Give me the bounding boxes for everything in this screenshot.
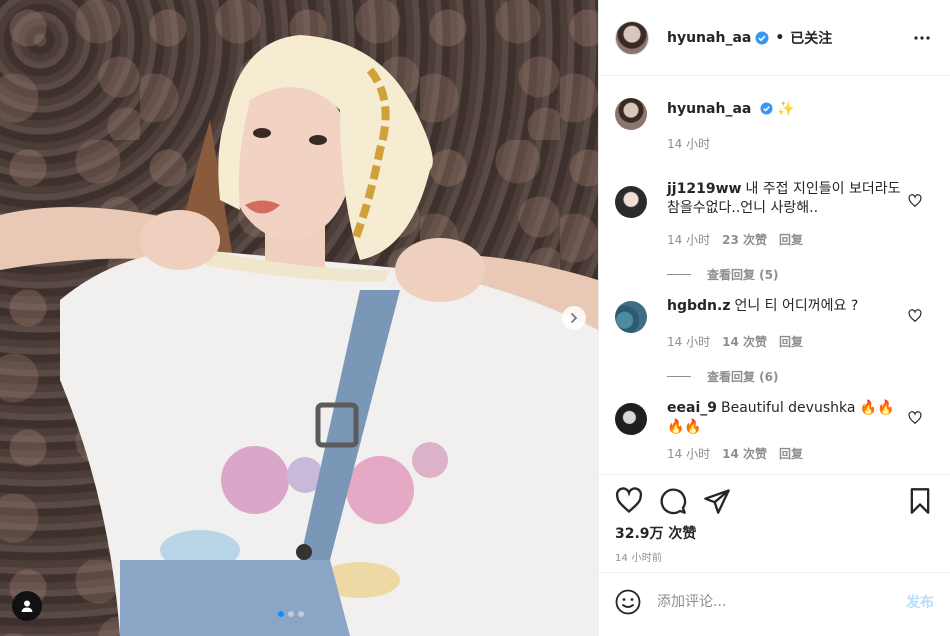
- carousel-indicator: [278, 611, 304, 617]
- post-actions: 32.9万 次赞 14 小时前 发布: [599, 474, 950, 630]
- heart-icon[interactable]: [615, 487, 643, 515]
- comment-time[interactable]: 14 小时: [667, 231, 710, 248]
- caption-username[interactable]: hyunah_aa: [667, 101, 751, 117]
- caption-meta: 14 小时: [667, 135, 906, 152]
- likes-count[interactable]: 32.9万 次赞: [615, 523, 934, 543]
- tagged-users-button[interactable]: [12, 591, 42, 621]
- header-separator: •: [775, 29, 785, 46]
- comment-body: hgbdn.z 언니 티 어디꺼에요 ? 14 小时 14 次赞 回复: [667, 295, 934, 350]
- commenter-avatar[interactable]: [615, 186, 647, 218]
- caption-avatar[interactable]: [615, 98, 647, 130]
- post-timestamp[interactable]: 14 小时前: [615, 549, 934, 564]
- comment-text: jj1219ww 내 주접 지인들이 보더라도 참을수없다..언니 사랑해..: [667, 180, 906, 218]
- comment-time[interactable]: 14 小时: [667, 333, 710, 350]
- verified-badge-icon: [760, 102, 773, 115]
- comment-likes[interactable]: 14 次赞: [722, 445, 767, 462]
- follow-status-button[interactable]: 已关注: [790, 28, 832, 48]
- view-replies-label: 查看回复 (5): [707, 268, 779, 282]
- author-avatar[interactable]: [615, 20, 649, 55]
- comment-meta: 14 小时 14 次赞 回复: [667, 445, 906, 462]
- reply-button[interactable]: 回复: [779, 445, 803, 462]
- comment-body: eeai_9 Beautiful devushka 🔥🔥🔥🔥 14 小时 14 次…: [667, 397, 934, 462]
- chevron-right-icon: [571, 313, 578, 323]
- more-horizontal-icon: [914, 35, 930, 40]
- caption-time[interactable]: 14 小时: [667, 135, 710, 152]
- bookmark-icon[interactable]: [906, 487, 934, 515]
- carousel-dot-3: [298, 611, 304, 617]
- reply-button[interactable]: 回复: [779, 231, 803, 248]
- commenter-username[interactable]: hgbdn.z: [667, 298, 730, 314]
- comment: hgbdn.z 언니 티 어디꺼에요 ? 14 小时 14 次赞 回复: [615, 295, 934, 350]
- author-username[interactable]: hyunah_aa: [667, 30, 751, 46]
- carousel-dot-1: [278, 611, 284, 617]
- share-icon[interactable]: [703, 487, 731, 515]
- caption-text: hyunah_aa ✨: [667, 100, 906, 119]
- carousel-next-button[interactable]: [562, 306, 586, 330]
- view-replies-button[interactable]: 查看回复 (6): [667, 368, 934, 385]
- comment-text: hgbdn.z 언니 티 어디꺼에요 ?: [667, 297, 906, 316]
- comment-like-heart-icon[interactable]: [908, 309, 922, 323]
- emoji-icon[interactable]: [615, 589, 641, 615]
- post-comment-button[interactable]: 发布: [906, 592, 934, 612]
- caption-emoji: ✨: [777, 101, 795, 117]
- comment-time[interactable]: 14 小时: [667, 445, 710, 462]
- carousel-dot-2: [288, 611, 294, 617]
- reply-button[interactable]: 回复: [779, 333, 803, 350]
- comment-input[interactable]: [657, 593, 906, 610]
- commenter-avatar[interactable]: [615, 301, 647, 333]
- post: hyunah_aa • 已关注 hyunah_aa ✨ 14 小时 jj1219…: [0, 0, 950, 636]
- comment-meta: 14 小时 14 次赞 回复: [667, 333, 906, 350]
- comment-text: eeai_9 Beautiful devushka 🔥🔥🔥🔥: [667, 399, 906, 437]
- more-options-button[interactable]: [910, 26, 934, 50]
- commenter-username[interactable]: jj1219ww: [667, 181, 741, 197]
- action-icons: [615, 485, 934, 517]
- comment-composer: 发布: [599, 572, 950, 630]
- verified-badge-icon: [755, 31, 769, 44]
- photo-subject: [0, 35, 598, 636]
- commenter-username[interactable]: eeai_9: [667, 400, 717, 416]
- commenter-avatar[interactable]: [615, 403, 647, 435]
- comment-body: jj1219ww 내 주접 지인들이 보더라도 참을수없다..언니 사랑해.. 1…: [667, 180, 934, 248]
- view-replies-label: 查看回复 (6): [707, 370, 779, 384]
- comment-meta: 14 小时 23 次赞 回复: [667, 231, 906, 248]
- author-info: hyunah_aa • 已关注: [667, 28, 832, 48]
- caption-body: hyunah_aa ✨ 14 小时: [667, 92, 934, 152]
- comment-likes[interactable]: 23 次赞: [722, 231, 767, 248]
- comment: eeai_9 Beautiful devushka 🔥🔥🔥🔥 14 小时 14 次…: [615, 397, 934, 462]
- comment-likes[interactable]: 14 次赞: [722, 333, 767, 350]
- view-replies-button[interactable]: 查看回复 (5): [667, 266, 934, 283]
- comment-icon[interactable]: [659, 487, 687, 515]
- post-photo[interactable]: [0, 0, 598, 636]
- replies-divider: [667, 274, 691, 275]
- comment: jj1219ww 내 주접 지인들이 보더라도 참을수없다..언니 사랑해.. 1…: [615, 180, 934, 248]
- person-icon: [21, 600, 33, 612]
- replies-divider: [667, 376, 691, 377]
- comment-like-heart-icon[interactable]: [908, 411, 922, 425]
- post-header: hyunah_aa • 已关注: [599, 0, 950, 76]
- comment-like-heart-icon[interactable]: [908, 194, 922, 208]
- comments-section[interactable]: hyunah_aa ✨ 14 小时 jj1219ww 내 주접 지인들이 보더라…: [599, 76, 950, 474]
- caption: hyunah_aa ✨ 14 小时: [615, 92, 934, 152]
- comment-content: 언니 티 어디꺼에요 ?: [734, 298, 859, 314]
- post-sidebar: hyunah_aa • 已关注 hyunah_aa ✨ 14 小时 jj1219…: [598, 0, 950, 636]
